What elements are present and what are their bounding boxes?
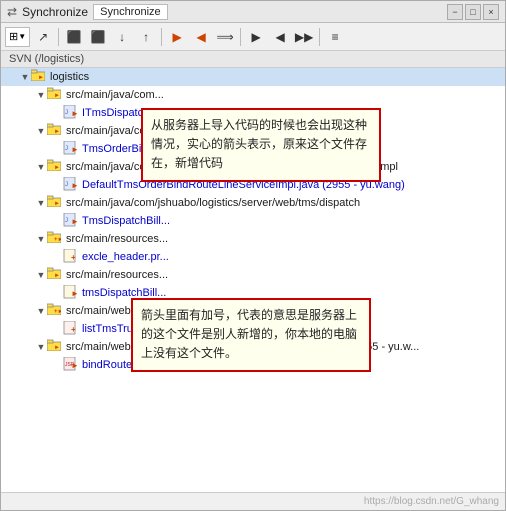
folder-icon-7: ► — [47, 195, 63, 211]
toolbar-dropdown-1[interactable]: ⊞▼ — [5, 27, 30, 47]
toolbar-btn-6[interactable]: ▶ — [166, 26, 188, 48]
svg-text:►: ► — [54, 165, 60, 171]
svg-text:►: ► — [54, 201, 60, 207]
svg-text:+►: +► — [54, 309, 61, 315]
java-icon-4: J ► — [63, 141, 79, 157]
file-icon-12: ► — [63, 285, 79, 301]
svg-text:J: J — [65, 182, 68, 188]
tooltip-2: 箭头里面有加号，代表的意思是服务器上的这个文件是别人新增的，你本地的电脑上没有这… — [131, 298, 371, 372]
toolbar-btn-4[interactable]: ↓ — [111, 26, 133, 48]
java-icon-6: J ► — [63, 177, 79, 193]
folder-icon-1: ► — [47, 87, 63, 103]
file-icon-10: +► — [63, 249, 79, 265]
svg-text:►: ► — [54, 93, 60, 99]
toolbar-sep-3 — [240, 28, 241, 46]
svg-text:►: ► — [71, 109, 77, 118]
folder-icon-11: ► — [47, 267, 63, 283]
toolbar-btn-9[interactable]: ▶ — [245, 26, 267, 48]
item-8-label: TmsDispatchBill... — [82, 213, 170, 229]
main-window: ⇄ Synchronize Synchronize − □ × ⊞▼ ↗ ⬛ ⬛… — [0, 0, 506, 511]
item-7-label: src/main/java/com/jshuabo/logistics/serv… — [66, 195, 360, 211]
toolbar: ⊞▼ ↗ ⬛ ⬛ ↓ ↑ ▶ ◀ ⟹ ▶ ◀ ▶▶ ≡ — [1, 23, 505, 51]
toolbar-btn-1[interactable]: ↗ — [32, 26, 54, 48]
toolbar-sep-4 — [319, 28, 320, 46]
toolbar-btn-10[interactable]: ◀ — [269, 26, 291, 48]
folder-icon-9: +► — [47, 231, 63, 247]
item-9-label: src/main/resources... — [66, 231, 168, 247]
item-10-label: excle_header.pr... — [82, 249, 169, 265]
expand-15[interactable]: ▼ — [35, 341, 47, 353]
content-area: ▼ ► logistics ▼ — [1, 68, 505, 492]
folder-icon-13: +► — [47, 303, 63, 319]
expand-9[interactable]: ▼ — [35, 233, 47, 245]
folder-icon-root: ► — [31, 69, 47, 85]
folder-icon-5: ► — [47, 159, 63, 175]
expand-7[interactable]: ▼ — [35, 197, 47, 209]
tree-item-11[interactable]: ▼ ► src/main/resources... — [1, 266, 505, 284]
java-icon-2: J ► — [63, 105, 79, 121]
svg-text:+►: +► — [54, 237, 61, 243]
svg-text:►: ► — [71, 289, 77, 298]
tree-item-8[interactable]: ▷ J ► TmsDispatchBill... — [1, 212, 505, 230]
tree-item-7[interactable]: ▼ ► src/main/java/com/jshuabo/logistics/… — [1, 194, 505, 212]
root-label: logistics — [50, 69, 89, 85]
tree-item-10[interactable]: ▷ +► excle_header.pr... — [1, 248, 505, 266]
svg-text:J: J — [65, 146, 68, 152]
item-1-label: src/main/java/com... — [66, 87, 164, 103]
svg-text:►: ► — [71, 361, 77, 370]
expand-root[interactable]: ▼ — [19, 71, 31, 83]
item-11-label: src/main/resources... — [66, 267, 168, 283]
maximize-button[interactable]: □ — [465, 4, 481, 20]
file-icon-14: +► — [63, 321, 79, 337]
svn-header: SVN (/logistics) — [1, 51, 505, 68]
expand-3[interactable]: ▼ — [35, 125, 47, 137]
bottom-bar: https://blog.csdn.net/G_whang — [1, 492, 505, 510]
window-title: Synchronize — [22, 5, 88, 19]
title-bar-left: ⇄ Synchronize Synchronize — [7, 4, 168, 20]
toolbar-btn-3[interactable]: ⬛ — [87, 26, 109, 48]
toolbar-btn-7[interactable]: ◀ — [190, 26, 212, 48]
svg-text:►: ► — [71, 181, 77, 190]
expand-1[interactable]: ▼ — [35, 89, 47, 101]
svg-text:►: ► — [71, 217, 77, 226]
watermark: https://blog.csdn.net/G_whang — [364, 496, 499, 507]
svg-text:+►: +► — [71, 325, 77, 334]
expand-11[interactable]: ▼ — [35, 269, 47, 281]
tooltip-1: 从服务器上导入代码的时候也会出现这种情况，实心的箭头表示，原来这个文件存在，新增… — [141, 108, 381, 182]
tree-root[interactable]: ▼ ► logistics — [1, 68, 505, 86]
svg-text:►: ► — [38, 75, 44, 81]
minimize-button[interactable]: − — [447, 4, 463, 20]
java-icon-8: J ► — [63, 213, 79, 229]
folder-icon-15: ► — [47, 339, 63, 355]
toolbar-btn-2[interactable]: ⬛ — [63, 26, 85, 48]
title-bar: ⇄ Synchronize Synchronize − □ × — [1, 1, 505, 23]
toolbar-sep-2 — [161, 28, 162, 46]
svg-text:J: J — [65, 218, 68, 224]
sync-icon: ⇄ — [7, 5, 17, 19]
toolbar-sep-1 — [58, 28, 59, 46]
tree-area[interactable]: ▼ ► logistics ▼ — [1, 68, 505, 492]
window-controls: − □ × — [447, 4, 499, 20]
folder-icon-3: ► — [47, 123, 63, 139]
toolbar-btn-12[interactable]: ≡ — [324, 26, 346, 48]
toolbar-btn-11[interactable]: ▶▶ — [293, 26, 315, 48]
expand-13[interactable]: ▼ — [35, 305, 47, 317]
svg-text:►: ► — [54, 129, 60, 135]
tree-item-1[interactable]: ▼ ► src/main/java/com... — [1, 86, 505, 104]
close-button[interactable]: × — [483, 4, 499, 20]
jsp-icon-16: JSP ► — [63, 357, 79, 373]
toolbar-btn-8[interactable]: ⟹ — [214, 26, 236, 48]
tree-item-9[interactable]: ▼ +► src/main/resources... — [1, 230, 505, 248]
svg-text:►: ► — [54, 273, 60, 279]
toolbar-btn-5[interactable]: ↑ — [135, 26, 157, 48]
svg-text:►: ► — [71, 145, 77, 154]
tab-label: Synchronize — [93, 4, 168, 20]
svg-text:+►: +► — [71, 253, 77, 262]
svg-text:J: J — [65, 110, 68, 116]
svg-text:►: ► — [54, 345, 60, 351]
expand-5[interactable]: ▼ — [35, 161, 47, 173]
